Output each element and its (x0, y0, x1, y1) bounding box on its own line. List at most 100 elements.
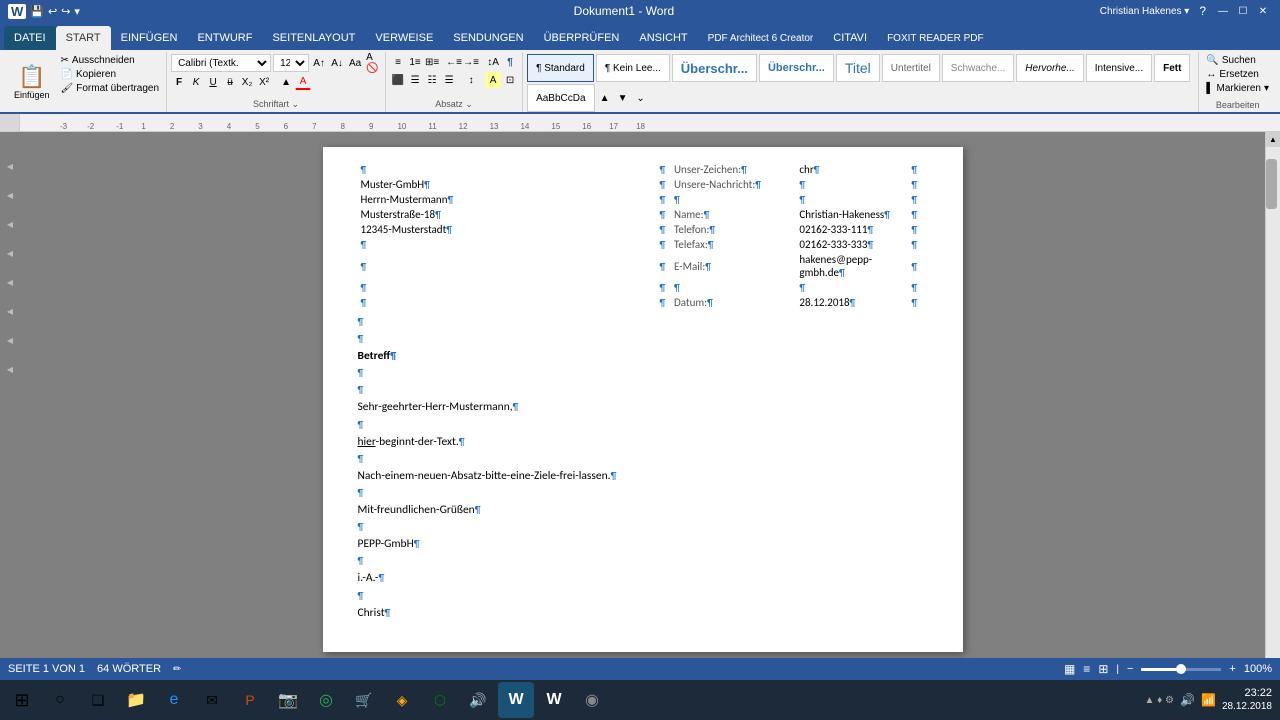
para-text-beginn[interactable]: hier-beginnt-der-Text.¶ (358, 434, 928, 450)
table-cell-telefon-value[interactable]: 02162-333-111¶ (796, 222, 910, 237)
zoom-out-button[interactable]: − (1127, 663, 1133, 675)
para-empty-4[interactable]: ¶ (358, 382, 928, 398)
chrome-button[interactable]: ◎ (308, 682, 344, 718)
account-name[interactable]: Christian Hakenes ▾ (1100, 6, 1190, 17)
start-button[interactable]: ⊞ (4, 682, 40, 718)
close-button[interactable]: ✕ (1254, 4, 1272, 18)
para-ia[interactable]: i.-A.-¶ (358, 570, 928, 586)
para-empty-8[interactable]: ¶ (358, 519, 928, 535)
mail-button[interactable]: ✉ (194, 682, 230, 718)
save-icon[interactable]: 💾 (30, 5, 44, 18)
sort-button[interactable]: ↕A (485, 54, 501, 70)
tab-citavi[interactable]: CITAVI (823, 26, 877, 50)
document-area[interactable]: ¶ ¶ Unser-Zeichen:¶ chr¶ ¶ Muster-GmbH¶ … (20, 132, 1265, 720)
styles-expand[interactable]: ⌄ (633, 90, 649, 106)
powerpoint-button[interactable]: P (232, 682, 268, 718)
zoom-in-button[interactable]: + (1229, 663, 1235, 675)
volume-icon[interactable]: 🔊 (1180, 693, 1195, 707)
scroll-up-button[interactable]: ▲ (1266, 132, 1280, 147)
para-gruss[interactable]: Mit-freundlichen-Grüßen¶ (358, 502, 928, 518)
view-web-icon[interactable]: ≡ (1083, 662, 1090, 676)
more-icon[interactable]: ▾ (74, 5, 80, 18)
zoom-level[interactable]: 100% (1244, 663, 1272, 675)
para-betreff[interactable]: Betreff¶ (358, 348, 928, 364)
table-cell-value[interactable]: chr¶ (796, 162, 910, 177)
style-ueberschrift2[interactable]: Überschr... (759, 54, 834, 82)
page-info[interactable]: SEITE 1 VON 1 (8, 663, 85, 675)
para-anrede[interactable]: Sehr-geehrter-Herr-Mustermann,¶ (358, 399, 928, 415)
styles-scroll-down[interactable]: ▼ (615, 90, 631, 106)
tab-entwurf[interactable]: ENTWURF (187, 26, 262, 50)
clear-format-button[interactable]: A🚫 (365, 55, 381, 71)
para-absatz[interactable]: Nach-einem-neuen-Absatz-bitte-eine-Ziele… (358, 468, 928, 484)
replace-button[interactable]: ↔Ersetzen (1203, 68, 1272, 81)
tab-einfuegen[interactable]: EINFÜGEN (111, 26, 188, 50)
network-icon[interactable]: 📶 (1201, 693, 1216, 707)
table-cell-email-value[interactable]: hakenes@pepp-gmbh.de¶ (796, 252, 910, 280)
table-cell-telefax-value[interactable]: 02162-333-333¶ (796, 237, 910, 252)
copy-button[interactable]: 📄Kopieren (58, 68, 163, 81)
explorer-button[interactable]: 📁 (118, 682, 154, 718)
subscript-button[interactable]: X₂ (239, 74, 255, 90)
superscript-button[interactable]: X² (256, 74, 272, 90)
show-formatting-button[interactable]: ¶ (502, 54, 518, 70)
para-empty-2[interactable]: ¶ (358, 331, 928, 347)
view-outline-icon[interactable]: ⊞ (1098, 662, 1108, 676)
justify-button[interactable]: ☰ (441, 72, 457, 88)
style-ueberschrift1[interactable]: Überschr... (672, 54, 757, 82)
para-empty-10[interactable]: ¶ (358, 588, 928, 604)
body-text[interactable]: ¶ ¶ Betreff¶ ¶ ¶ Sehr-geehrter-Herr-Must… (358, 314, 928, 621)
word2-taskbar-button[interactable]: W (536, 682, 572, 718)
strikethrough-button[interactable]: ü (222, 74, 238, 90)
style-titel[interactable]: Titel (836, 54, 880, 82)
style-hervorhe[interactable]: Hervorhe... (1016, 54, 1083, 82)
zoom-slider[interactable] (1141, 668, 1221, 671)
align-right-button[interactable]: ☷ (424, 72, 440, 88)
minimize-button[interactable]: — (1214, 4, 1232, 18)
style-schwache[interactable]: Schwache... (942, 54, 1014, 82)
underline-button[interactable]: U (205, 74, 221, 90)
para-empty-5[interactable]: ¶ (358, 417, 928, 433)
undo-arrow[interactable]: ↪ (61, 5, 70, 18)
table-cell-muster-gmbh[interactable]: Muster-GmbH¶ (358, 177, 654, 192)
style-intensive[interactable]: Intensive... (1086, 54, 1152, 82)
view-print-icon[interactable]: ▦ (1064, 662, 1075, 676)
decrease-font-button[interactable]: A↓ (329, 55, 345, 71)
tab-datei[interactable]: DATEI (4, 26, 56, 50)
undo-icon[interactable]: ↩ (48, 5, 57, 18)
scroll-track[interactable] (1266, 147, 1280, 705)
change-case-button[interactable]: Aa (347, 55, 363, 71)
word-taskbar-button[interactable]: W (498, 682, 534, 718)
tab-ueberpruefen[interactable]: ÜBERPRÜFEN (534, 26, 630, 50)
style-kein-leer[interactable]: ¶ Kein Lee... (596, 54, 670, 82)
tab-ansicht[interactable]: ANSICHT (629, 26, 697, 50)
para-empty-9[interactable]: ¶ (358, 553, 928, 569)
scroll-thumb[interactable] (1266, 159, 1277, 209)
tab-pdf[interactable]: PDF Architect 6 Creator (698, 26, 824, 50)
increase-indent-button[interactable]: →≡ (463, 54, 479, 70)
vertical-scrollbar[interactable]: ▲ ▼ (1265, 132, 1280, 720)
clock[interactable]: 23:22 28.12.2018 (1222, 687, 1272, 712)
styles-scroll-up[interactable]: ▲ (597, 90, 613, 106)
orange-app-button[interactable]: ◈ (384, 682, 420, 718)
format-painter-button[interactable]: 🖌Format übertragen (58, 82, 163, 95)
line-spacing-button[interactable]: ↕ (463, 72, 479, 88)
style-more[interactable]: AaBbCcDa (527, 84, 594, 112)
tab-start[interactable]: START (56, 26, 111, 50)
help-button[interactable]: ? (1199, 4, 1206, 18)
para-empty-6[interactable]: ¶ (358, 451, 928, 467)
restore-button[interactable]: ☐ (1234, 4, 1252, 18)
border-button[interactable]: ⊡ (502, 72, 518, 88)
multilevel-list-button[interactable]: ⊞≡ (424, 54, 440, 70)
table-cell-plz[interactable]: 12345-Musterstadt¶ (358, 222, 654, 237)
tab-verweise[interactable]: VERWEISE (365, 26, 443, 50)
table-cell-sender[interactable]: ¶ (358, 162, 654, 177)
document-page[interactable]: ¶ ¶ Unser-Zeichen:¶ chr¶ ¶ Muster-GmbH¶ … (323, 147, 963, 652)
audio-button[interactable]: 🔊 (460, 682, 496, 718)
para-empty-3[interactable]: ¶ (358, 365, 928, 381)
decrease-indent-button[interactable]: ←≡ (446, 54, 462, 70)
para-firma[interactable]: PEPP-GmbH¶ (358, 536, 928, 552)
bullet-list-button[interactable]: ≡ (390, 54, 406, 70)
para-empty-1[interactable]: ¶ (358, 314, 928, 330)
font-color-button[interactable]: A (295, 74, 311, 90)
